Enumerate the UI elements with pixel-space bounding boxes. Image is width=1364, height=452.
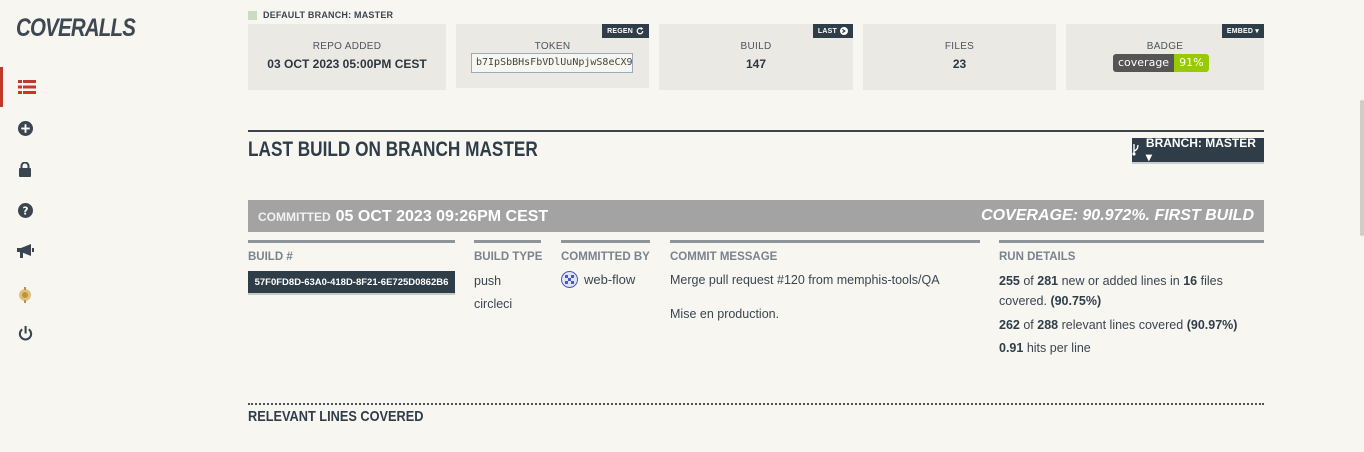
commit-message-title: Merge pull request #120 from memphis-too…	[670, 273, 940, 287]
card-value: 23	[952, 57, 967, 71]
col-commit-message: COMMIT MESSAGE Merge pull request #120 f…	[670, 240, 980, 323]
new-covered-count: 255	[999, 274, 1020, 288]
col-head: COMMIT MESSAGE	[670, 251, 778, 263]
of-text: of	[1023, 274, 1034, 288]
sidebar-item-private[interactable]	[0, 149, 50, 189]
committer-link[interactable]: web-flow	[584, 272, 635, 287]
regen-button[interactable]: REGEN	[602, 24, 649, 38]
new-total-count: 281	[1037, 274, 1059, 288]
scrollbar[interactable]	[1360, 100, 1364, 236]
regen-label: REGEN	[607, 27, 633, 35]
run-relevant-lines: 262 of 288 relevant lines covered (90.97…	[999, 315, 1264, 335]
col-bar	[248, 240, 455, 243]
card-label: REPO ADDED	[312, 41, 382, 52]
card-label: TOKEN	[534, 41, 571, 52]
dotted-divider	[248, 403, 1264, 405]
card-label: BADGE	[1146, 41, 1184, 52]
relevant-covered-count: 262	[999, 318, 1020, 332]
col-head: BUILD TYPE	[474, 251, 543, 263]
relevant-total-count: 288	[1037, 318, 1059, 332]
section-divider	[248, 130, 1264, 132]
card-token: REGEN TOKEN b7IpSbBHsFbVDlUuNpjwS8eCX9	[456, 24, 649, 88]
branch-dropdown-label: BRANCH: MASTER ▾	[1145, 136, 1256, 164]
run-new-lines: 255 of 281 new or added lines in 16 file…	[999, 271, 1264, 311]
card-label: FILES	[944, 41, 975, 52]
git-branch-icon	[1132, 144, 1139, 156]
card-value: 03 OCT 2023 05:00PM CEST	[267, 57, 427, 71]
of-text: of	[1023, 318, 1034, 332]
token-field[interactable]: b7IpSbBHsFbVDlUuNpjwS8eCX9	[471, 53, 633, 73]
commit-bar: COMMITTED 05 OCT 2023 09:26PM CEST COVER…	[248, 200, 1264, 232]
branch-swatch	[248, 10, 257, 20]
section-title: LAST BUILD ON BRANCH MASTER	[248, 138, 538, 161]
bullhorn-icon	[16, 244, 34, 258]
col-build-type: BUILD TYPE push circleci	[474, 240, 543, 313]
col-bar	[670, 240, 980, 243]
power-icon	[18, 325, 32, 340]
question-circle-icon: ?	[17, 202, 33, 218]
relevant-lines-heading: RELEVANT LINES COVERED	[248, 408, 424, 425]
col-head: COMMITTED BY	[561, 251, 650, 263]
card-value: 147	[745, 57, 767, 71]
list-icon	[17, 80, 36, 94]
col-run-details: RUN DETAILS 255 of 281 new or added line…	[999, 240, 1264, 358]
sidebar-item-logout[interactable]	[0, 313, 50, 353]
col-head: RUN DETAILS	[999, 251, 1076, 263]
card-files: FILES 23	[863, 24, 1056, 90]
plus-circle-icon	[17, 120, 33, 136]
branch-dropdown[interactable]: BRANCH: MASTER ▾	[1132, 136, 1264, 164]
svg-text:?: ?	[22, 205, 28, 217]
build-type-event: push	[474, 274, 502, 288]
new-lines-text: new or added lines in	[1061, 274, 1180, 288]
build-type-service: circleci	[474, 297, 513, 311]
sidebar-item-builds[interactable]	[0, 67, 50, 107]
card-badge: EMBED ▾ BADGE coverage 91%	[1066, 24, 1264, 90]
commit-message-body: Mise en production.	[670, 307, 780, 321]
col-committed-by: COMMITTED BY web-flow	[561, 240, 650, 288]
run-hits: 0.91 hits per line	[999, 338, 1264, 358]
committed-label: COMMITTED	[258, 210, 331, 224]
avatar-icon	[561, 271, 578, 288]
embed-button[interactable]: EMBED ▾	[1221, 24, 1264, 38]
commit-date: 05 OCT 2023 09:26PM CEST	[335, 208, 549, 225]
relevant-lines-text: relevant lines covered	[1061, 318, 1184, 332]
sidebar-item-add-repo[interactable]	[0, 108, 50, 148]
badge-right: 91%	[1174, 54, 1209, 72]
card-build: LAST BUILD 147	[659, 24, 853, 90]
commit-info: COMMITTED 05 OCT 2023 09:26PM CEST	[258, 208, 548, 226]
coverage-badge[interactable]: coverage 91%	[1113, 54, 1209, 72]
badge-left: coverage	[1113, 54, 1175, 72]
refresh-icon	[636, 27, 644, 35]
sidebar-item-help[interactable]: ?	[0, 190, 50, 230]
sidebar: COVERALLS ?	[0, 0, 136, 452]
col-bar	[561, 240, 650, 243]
sidebar-item-announcements[interactable]	[0, 231, 50, 271]
sidebar-item-badge[interactable]	[0, 275, 50, 315]
col-bar	[474, 240, 541, 243]
files-text: files	[1200, 274, 1223, 288]
card-label: BUILD	[740, 41, 772, 52]
app-logo[interactable]: COVERALLS	[16, 14, 136, 43]
files-count: 16	[1183, 274, 1198, 288]
col-build-number: BUILD # 57F0FD8D-63A0-418D-8F21-6E725D08…	[248, 240, 455, 295]
coverage-summary: COVERAGE: 90.972%. FIRST BUILD	[981, 207, 1254, 224]
arrow-circle-right-icon	[840, 27, 848, 35]
build-id-button[interactable]: 57F0FD8D-63A0-418D-8F21-6E725D0862B6	[248, 271, 455, 295]
hits-value: 0.91	[999, 341, 1024, 355]
new-pct: (90.75%)	[1050, 294, 1102, 308]
default-branch: DEFAULT BRANCH: MASTER	[248, 10, 393, 20]
hits-text: hits per line	[1026, 341, 1091, 355]
card-repo-added: REPO ADDED 03 OCT 2023 05:00PM CEST	[248, 24, 446, 90]
lock-icon	[19, 161, 31, 177]
last-build-button[interactable]: LAST	[812, 24, 853, 38]
covered-text: covered.	[999, 294, 1047, 308]
badge-icon	[19, 287, 31, 303]
col-head: BUILD #	[248, 251, 293, 263]
last-label: LAST	[817, 27, 837, 35]
col-bar	[999, 240, 1264, 243]
default-branch-label: DEFAULT BRANCH: MASTER	[263, 10, 394, 20]
relevant-pct: (90.97%)	[1186, 318, 1238, 332]
committer: web-flow	[561, 271, 650, 288]
